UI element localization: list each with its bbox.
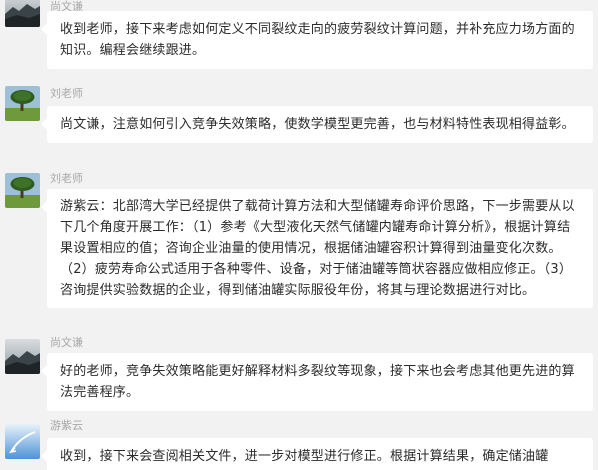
chat-message: 尚文谦 收到老师，接下来考虑如何定义不同裂纹走向的疲劳裂纹计算问题，并补充应力场… bbox=[0, 0, 598, 72]
chat-message: 游紫云 收到，接下来会查阅相关文件，进一步对模型进行修正。根据计算结果，确定储油… bbox=[0, 418, 598, 470]
message-bubble: 尚文谦，注意如何引入竞争失效策略，使数学模型更完善，也与材料特性表现相得益彰。 bbox=[41, 106, 593, 143]
tree-landscape-icon[interactable] bbox=[5, 86, 40, 121]
chat-message: 刘老师 尚文谦，注意如何引入竞争失效策略，使数学模型更完善，也与材料特性表现相得… bbox=[0, 86, 598, 156]
mountain-landscape-icon[interactable] bbox=[5, 0, 40, 27]
chat-message: 尚文谦 好的老师，竞争失效策略能更好解释材料多裂纹等现象，接下来也会考虑其他更先… bbox=[0, 336, 598, 412]
sender-name: 刘老师 bbox=[50, 172, 83, 185]
message-bubble: 收到老师，接下来考虑如何定义不同裂纹走向的疲劳裂纹计算问题，并补充应力场方面的知… bbox=[41, 11, 593, 69]
blue-sky-icon[interactable] bbox=[5, 424, 40, 459]
mountain-landscape-icon[interactable] bbox=[5, 339, 40, 374]
sender-name: 尚文谦 bbox=[50, 336, 83, 349]
chat-message: 刘老师 游紫云：北部湾大学已经提供了载荷计算方法和大型储罐寿命评价思路，下一步需… bbox=[0, 172, 598, 332]
sender-name: 游紫云 bbox=[50, 419, 83, 432]
message-bubble: 游紫云：北部湾大学已经提供了载荷计算方法和大型储罐寿命评价思路，下一步需要从以下… bbox=[41, 189, 593, 308]
chat-message-list[interactable]: 尚文谦 收到老师，接下来考虑如何定义不同裂纹走向的疲劳裂纹计算问题，并补充应力场… bbox=[0, 0, 598, 470]
message-bubble: 收到，接下来会查阅相关文件，进一步对模型进行修正。根据计算结果，确定储油罐 bbox=[41, 438, 593, 470]
message-bubble: 好的老师，竞争失效策略能更好解释材料多裂纹等现象，接下来也会考虑其他更先进的算法… bbox=[41, 353, 593, 411]
sender-name: 刘老师 bbox=[50, 87, 83, 100]
tree-landscape-icon[interactable] bbox=[5, 173, 40, 208]
